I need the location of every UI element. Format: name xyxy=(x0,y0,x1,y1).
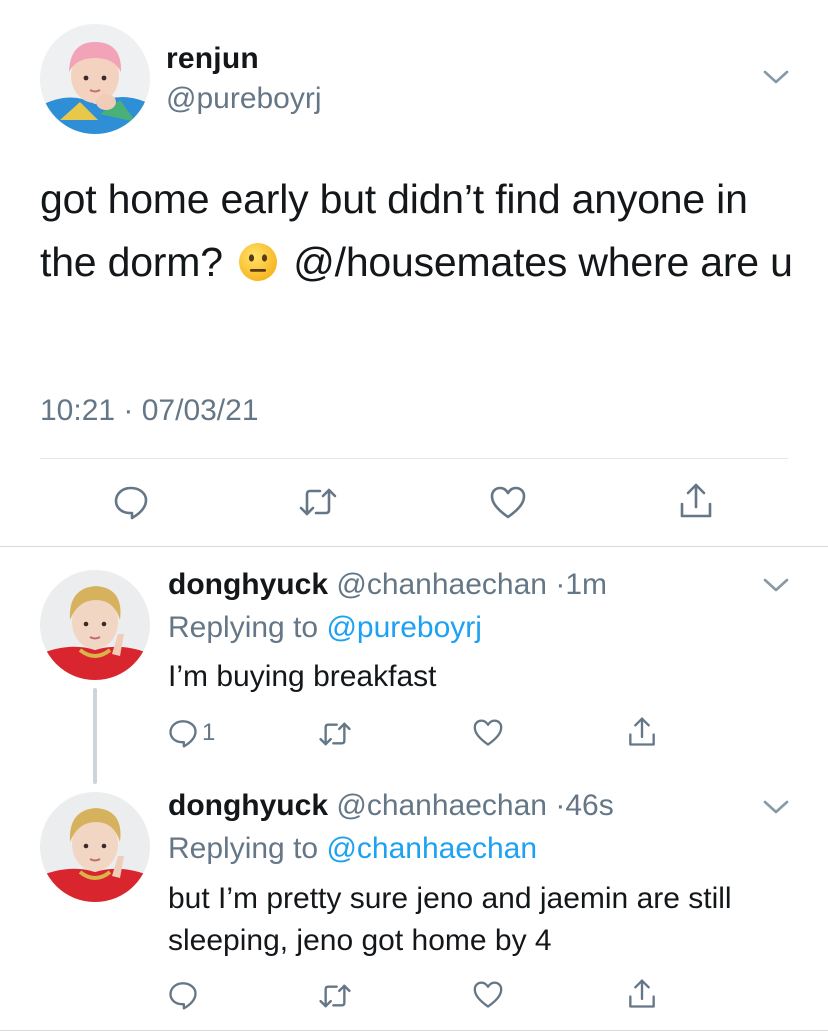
tweet-text: got home early but didn’t find anyone in… xyxy=(40,168,810,294)
reply-text: I’m buying breakfast xyxy=(168,660,437,693)
chevron-down-icon[interactable] xyxy=(762,576,790,594)
reply-button[interactable]: 1 xyxy=(168,718,215,748)
retweet-icon xyxy=(318,982,352,1010)
retweet-icon xyxy=(298,486,338,518)
avatar-donghyuck[interactable] xyxy=(40,570,150,680)
author-handle[interactable]: @pureboyrj xyxy=(166,82,322,116)
reply-button[interactable] xyxy=(113,484,149,520)
reply-icon xyxy=(168,980,198,1010)
like-button[interactable] xyxy=(473,981,503,1009)
author-name[interactable]: renjun xyxy=(166,42,259,76)
replying-prefix: Replying to xyxy=(168,832,327,865)
thread-line xyxy=(93,688,97,784)
share-button[interactable] xyxy=(627,978,657,1010)
separator-dot: · xyxy=(555,568,566,601)
chevron-down-icon[interactable] xyxy=(762,68,790,86)
share-button[interactable] xyxy=(678,482,714,520)
retweet-button[interactable] xyxy=(318,982,352,1010)
share-icon xyxy=(627,716,657,748)
like-icon xyxy=(490,486,526,520)
replying-to-link[interactable]: @chanhaechan xyxy=(326,832,537,865)
reply-author-name[interactable]: donghyuck xyxy=(168,568,328,601)
reply-header: donghyuck @chanhaechan ·1m xyxy=(168,568,607,602)
tweet-timestamp[interactable]: 10:21 · 07/03/21 xyxy=(40,394,259,428)
tweet-text-part2: @/housemates where are u xyxy=(293,239,793,285)
replying-to-link[interactable]: @pureboyrj xyxy=(326,611,482,644)
avatar-donghyuck[interactable] xyxy=(40,792,150,902)
reply-author-handle[interactable]: @chanhaechan xyxy=(336,568,547,601)
reply-header: donghyuck @chanhaechan ·46s xyxy=(168,789,614,823)
share-button[interactable] xyxy=(627,716,657,748)
reply-time[interactable]: 46s xyxy=(565,789,613,822)
reply-button[interactable] xyxy=(168,980,198,1010)
divider xyxy=(40,458,788,459)
retweet-button[interactable] xyxy=(298,486,338,518)
like-icon xyxy=(473,981,503,1009)
separator-dot: · xyxy=(555,789,566,822)
replying-to: Replying to @chanhaechan xyxy=(168,832,537,866)
replying-to: Replying to @pureboyrj xyxy=(168,611,482,645)
like-icon xyxy=(473,719,503,747)
reply-author-handle[interactable]: @chanhaechan xyxy=(336,789,547,822)
replying-prefix: Replying to xyxy=(168,611,327,644)
divider xyxy=(0,546,828,547)
retweet-button[interactable] xyxy=(318,720,352,748)
chevron-down-icon[interactable] xyxy=(762,798,790,816)
reply-icon xyxy=(113,484,149,520)
retweet-icon xyxy=(318,720,352,748)
share-icon xyxy=(627,978,657,1010)
like-button[interactable] xyxy=(490,486,526,520)
reply-text: but I’m pretty sure jeno and jaemin are … xyxy=(168,882,732,957)
reply-icon xyxy=(168,718,198,748)
like-button[interactable] xyxy=(473,719,503,747)
avatar-renjun[interactable] xyxy=(40,24,150,134)
share-icon xyxy=(678,482,714,520)
main-tweet: renjun @pureboyrj got home early but did… xyxy=(0,0,828,546)
divider xyxy=(0,1030,828,1031)
neutral-face-emoji-icon xyxy=(238,242,278,282)
reply-author-name[interactable]: donghyuck xyxy=(168,789,328,822)
reply-time[interactable]: 1m xyxy=(565,568,607,601)
reply-count: 1 xyxy=(202,719,216,746)
